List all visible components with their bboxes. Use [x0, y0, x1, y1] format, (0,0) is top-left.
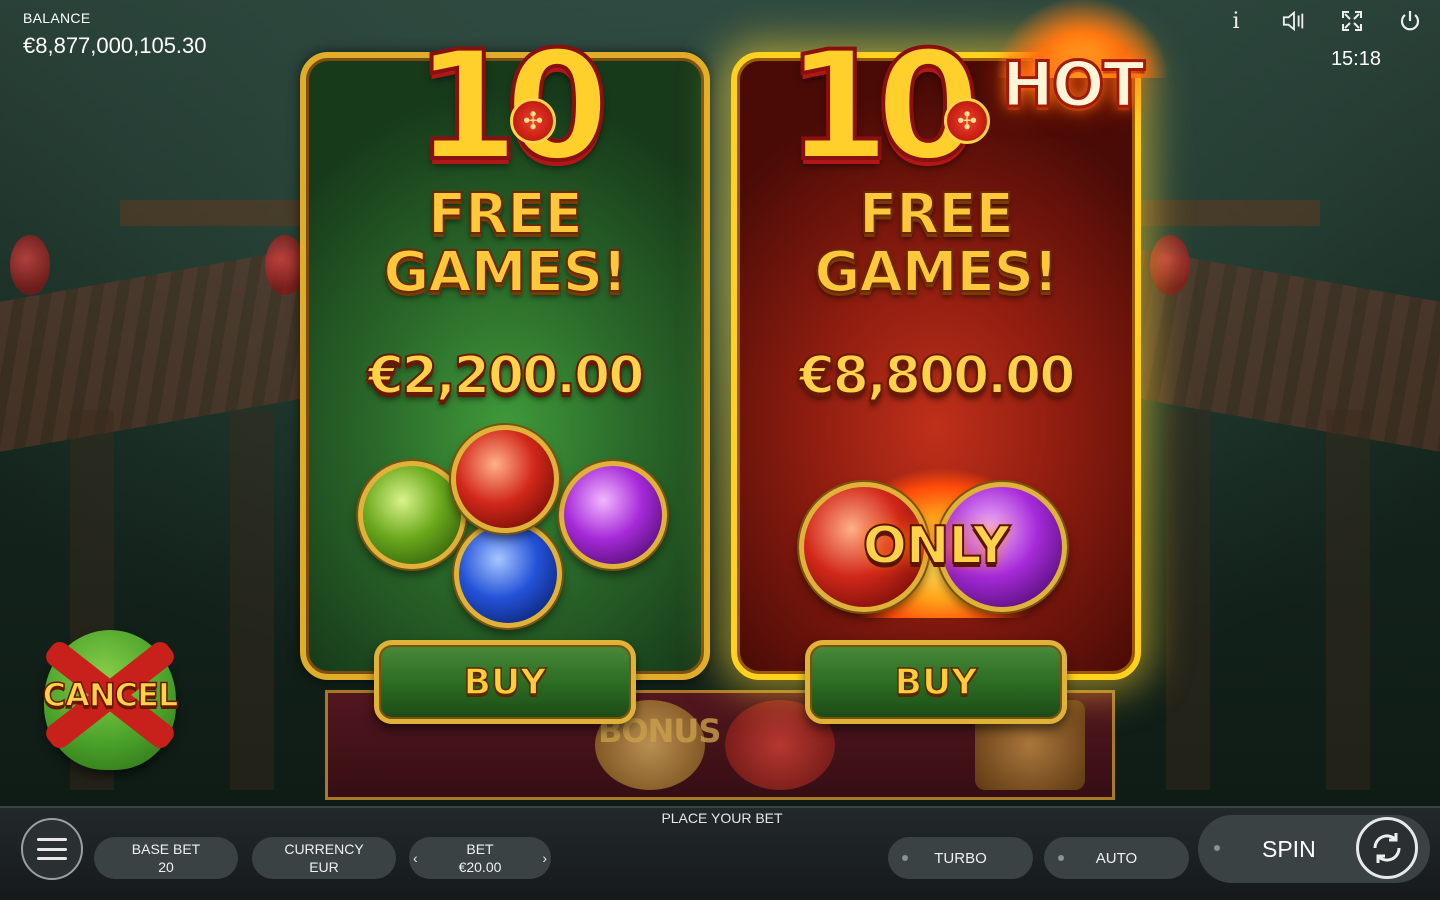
- offer-price: €8,800.00: [798, 345, 1077, 407]
- currency-label: CURRENCY: [284, 841, 364, 857]
- free-games-title-line1: FREE: [427, 182, 584, 247]
- sound-icon[interactable]: [1282, 8, 1306, 34]
- purple-gem-icon: [559, 461, 667, 569]
- info-glyph: i: [1232, 8, 1240, 34]
- cancel-label: CANCEL: [42, 675, 179, 715]
- free-games-title-line1: FREE: [858, 182, 1015, 247]
- balance-value: €8,877,000,105.30: [23, 33, 207, 58]
- clock: 15:18: [1330, 48, 1381, 70]
- cancel-button[interactable]: CANCEL: [34, 622, 186, 774]
- hot-badge: HOT: [1001, 47, 1147, 123]
- currency-value: EUR: [309, 859, 339, 875]
- bet-decrease-chevron-icon[interactable]: ‹: [413, 849, 418, 867]
- free-games-title-line2: GAMES!: [382, 240, 628, 305]
- currency-display: CURRENCY EUR: [252, 837, 396, 879]
- knot-icon: ✣: [510, 98, 556, 144]
- temple-pillar: [1166, 410, 1210, 790]
- toggle-indicator: [902, 855, 908, 861]
- offer-card-hot: 10 ✣ HOT FREE GAMES! €8,800.00 ONLY BUY: [731, 0, 1167, 724]
- lantern-icon: [10, 235, 50, 295]
- auto-label: AUTO: [1095, 849, 1138, 867]
- temple-pillar: [230, 410, 274, 790]
- free-games-count: 10: [413, 18, 612, 196]
- buy-hot-button[interactable]: BUY: [805, 640, 1067, 724]
- bet-selector[interactable]: ‹ BET €20.00 ›: [409, 837, 551, 879]
- bet-increase-chevron-icon[interactable]: ›: [542, 849, 547, 867]
- top-icon-bar: i: [1224, 8, 1422, 34]
- only-label: ONLY: [862, 515, 1011, 577]
- turbo-label: TURBO: [934, 849, 987, 867]
- lantern-icon: [1150, 235, 1190, 295]
- balance-label: BALANCE: [23, 10, 91, 26]
- info-icon[interactable]: i: [1224, 8, 1248, 34]
- base-bet-value: 20: [158, 859, 174, 875]
- lantern-icon: [265, 235, 305, 295]
- auto-button[interactable]: AUTO: [1044, 837, 1189, 879]
- free-games-title: FREE GAMES!: [737, 182, 1135, 305]
- red-gem-icon: [451, 425, 559, 533]
- temple-pillar: [1326, 410, 1370, 790]
- power-icon[interactable]: [1398, 8, 1422, 34]
- base-bet-label: BASE BET: [131, 841, 201, 857]
- toggle-indicator: [1058, 855, 1064, 861]
- offer-card-standard: 10 ✣ FREE GAMES! €2,200.00 BUY: [300, 18, 710, 724]
- bet-value: €20.00: [458, 859, 502, 875]
- base-bet-display: BASE BET 20: [94, 837, 238, 879]
- free-games-title-line2: GAMES!: [813, 240, 1059, 305]
- offer-price: €2,200.00: [367, 345, 646, 407]
- buy-standard-button[interactable]: BUY: [374, 640, 636, 724]
- green-gem-icon: [358, 461, 466, 569]
- spin-refresh-button[interactable]: [1356, 817, 1418, 879]
- turbo-button[interactable]: TURBO: [888, 837, 1033, 879]
- menu-button[interactable]: [21, 818, 83, 880]
- blue-gem-icon: [454, 520, 562, 628]
- knot-icon: ✣: [944, 98, 990, 144]
- refresh-icon: [1373, 833, 1401, 863]
- free-games-title: FREE GAMES!: [306, 182, 704, 305]
- bet-label: BET: [466, 841, 494, 857]
- fullscreen-icon[interactable]: [1340, 8, 1364, 34]
- hamburger-icon: [37, 838, 67, 860]
- toggle-indicator: [1214, 845, 1220, 851]
- spin-label: SPIN: [1262, 836, 1316, 862]
